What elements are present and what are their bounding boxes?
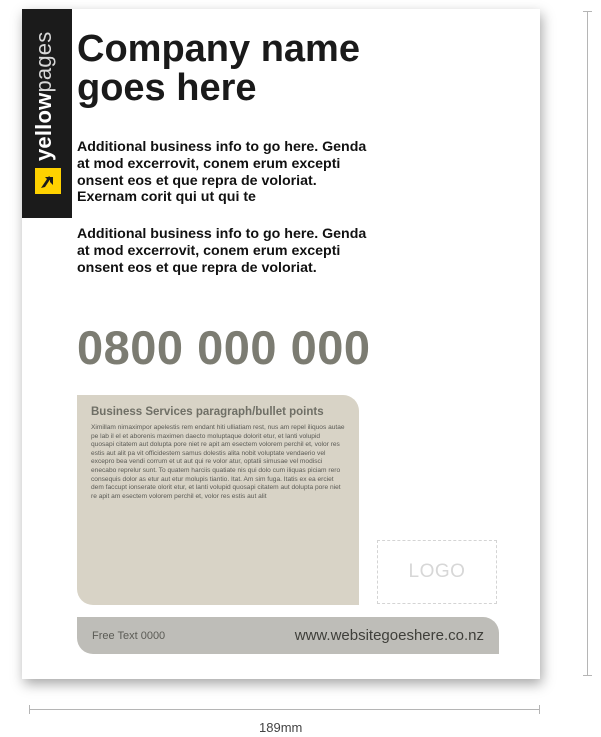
height-dimension-tick-bottom <box>583 675 592 676</box>
phone-number: 0800 000 000 <box>77 321 371 374</box>
additional-info-1: Additional business info to go here. Gen… <box>77 139 367 206</box>
free-text: Free Text 0000 <box>92 629 166 642</box>
width-dimension-line <box>29 709 540 710</box>
brand-name-light: pages <box>31 31 56 93</box>
services-title: Business Services paragraph/bullet point… <box>91 406 324 418</box>
brand-bar: yellowpages <box>22 9 72 218</box>
logo-text: LOGO <box>408 561 466 582</box>
additional-info-2: Additional business info to go here. Gen… <box>77 226 367 276</box>
height-dimension-line <box>587 11 588 675</box>
width-dimension-label: 189mm <box>259 720 303 735</box>
brand-name-bold: yellow <box>31 92 56 161</box>
website-link[interactable]: www.websitegoeshere.co.nz <box>295 627 484 644</box>
yellowpages-arrow-icon <box>35 168 61 194</box>
services-panel: Business Services paragraph/bullet point… <box>77 395 359 605</box>
width-dimension-tick-left <box>29 705 30 714</box>
footer-bar: Free Text 0000 www.websitegoeshere.co.nz <box>77 617 499 654</box>
brand-logo-text: yellowpages <box>31 32 57 161</box>
width-dimension-tick-right <box>539 705 540 714</box>
services-body: Ximillam nimaximpor apelestis rem endant… <box>91 424 345 500</box>
logo-placeholder: LOGO <box>377 540 497 604</box>
height-dimension-tick-top <box>583 11 592 12</box>
company-name: Company name goes here <box>77 28 360 109</box>
ad-page: yellowpages Company name goes here Addit… <box>22 9 540 679</box>
